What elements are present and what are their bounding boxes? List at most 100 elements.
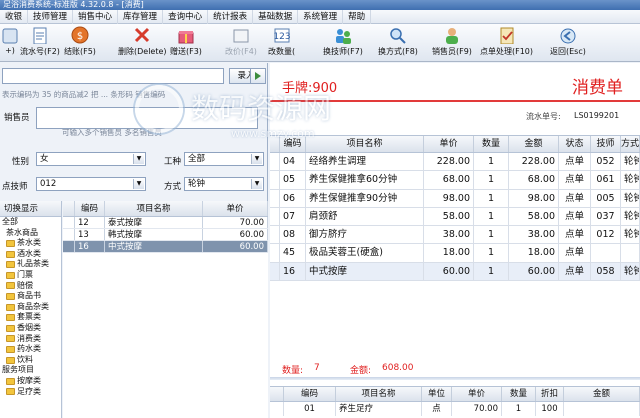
- category-item[interactable]: 药水类: [0, 344, 61, 355]
- toolbar-button[interactable]: 销售员(F9): [432, 26, 472, 60]
- folder-icon: [6, 314, 15, 322]
- splitter[interactable]: [270, 377, 640, 380]
- category-item[interactable]: 香烟类: [0, 323, 61, 334]
- toolbar-button[interactable]: 改价(F4): [225, 26, 257, 60]
- order-amount: 18.00: [509, 244, 559, 262]
- item-search-input[interactable]: [2, 68, 224, 84]
- order-row[interactable]: 08御方脐疗38.00138.00点单012轮钟: [270, 226, 640, 245]
- toolbar-button[interactable]: $ 结账(F5): [64, 26, 96, 60]
- salesman-field[interactable]: [36, 107, 258, 129]
- toolbar-button[interactable]: 流水号(F2): [20, 26, 60, 60]
- total-amount: 608.00: [382, 363, 414, 373]
- order-row[interactable]: 04经络养生调理228.001228.00点单052轮钟: [270, 153, 640, 172]
- order-amount: 58.00: [509, 207, 559, 226]
- worktype-select[interactable]: 全部 ▼: [184, 152, 264, 166]
- category-item[interactable]: 门票: [0, 270, 61, 281]
- item-row[interactable]: 16 中式按摩 60.00: [63, 241, 268, 253]
- category-item[interactable]: 全部: [0, 217, 61, 228]
- order-name: 御方脐疗: [306, 226, 424, 244]
- item-row[interactable]: 13 韩式按摩 60.00: [63, 229, 268, 241]
- col-qty[interactable]: 数量: [474, 136, 509, 152]
- item-row[interactable]: 12 泰式按摩 70.00: [63, 217, 268, 229]
- toolbar-button-label: 销售员(F9): [432, 47, 472, 56]
- salesman-hint: 可输入多个销售员 多名销售员: [62, 128, 162, 137]
- category-item[interactable]: 商品杂类: [0, 302, 61, 313]
- category-item[interactable]: 赔偿: [0, 281, 61, 292]
- folder-icon: [6, 303, 15, 311]
- toolbar-button[interactable]: 123 改数量(: [268, 26, 295, 60]
- menu-item[interactable]: 收银: [0, 9, 29, 24]
- category-label: 门票: [17, 269, 33, 279]
- menu-item[interactable]: 库存管理: [118, 9, 164, 24]
- category-item[interactable]: 套票类: [0, 312, 61, 323]
- item-price: 60.00: [203, 229, 268, 240]
- order-row[interactable]: 07肩颈舒58.00158.00点单037轮钟: [270, 207, 640, 227]
- col-mode[interactable]: 方式: [621, 136, 640, 152]
- toolbar-button[interactable]: 赠送(F3): [170, 26, 202, 60]
- category-item[interactable]: 茶水商品: [0, 228, 61, 239]
- col-amount[interactable]: 金额: [564, 387, 640, 401]
- col-unit[interactable]: 单位: [422, 387, 452, 401]
- chevron-down-icon: ▼: [251, 154, 262, 164]
- go-button[interactable]: [250, 68, 266, 84]
- category-item[interactable]: 茶水类: [0, 238, 61, 249]
- category-item[interactable]: 服务项目: [0, 365, 61, 376]
- add-icon: [0, 26, 20, 44]
- col-state[interactable]: 状态: [559, 136, 591, 152]
- col-qty[interactable]: 数量: [502, 387, 536, 401]
- category-item[interactable]: 足疗类: [0, 387, 61, 398]
- toolbar-button[interactable]: 换方式(F8): [378, 26, 418, 60]
- toolbar-button[interactable]: 返回(Esc): [550, 26, 586, 60]
- change-tech-icon: [333, 26, 353, 44]
- col-name[interactable]: 项目名称: [306, 136, 424, 152]
- tech-select[interactable]: 012 ▼: [36, 177, 146, 191]
- toolbar-button[interactable]: 换技师(F7): [323, 26, 363, 60]
- col-price[interactable]: 单价: [203, 201, 268, 216]
- menu-item[interactable]: 销售中心: [73, 9, 119, 24]
- detail-row[interactable]: 01 养生足疗点 70.00 1 100: [270, 402, 640, 416]
- arrow-right-icon: [255, 72, 261, 80]
- col-code[interactable]: 编码: [75, 201, 105, 216]
- col-code[interactable]: 编码: [284, 387, 336, 401]
- item-price: 70.00: [203, 217, 268, 228]
- col-name[interactable]: 项目名称: [336, 387, 422, 401]
- category-item[interactable]: 酒水类: [0, 249, 61, 260]
- col-discount[interactable]: 折扣: [536, 387, 564, 401]
- order-price: 98.00: [424, 189, 474, 207]
- category-item[interactable]: 按摩类: [0, 376, 61, 387]
- order-process-icon: [497, 26, 517, 44]
- col-name[interactable]: 项目名称: [105, 201, 203, 216]
- detail-qty: 1: [502, 402, 536, 416]
- detail-unit: 点: [422, 402, 452, 416]
- toolbar-button[interactable]: 删除(Delete): [118, 26, 167, 60]
- category-item[interactable]: 消费类: [0, 334, 61, 345]
- toolbar-button-label: 赠送(F3): [170, 47, 202, 56]
- col-price[interactable]: 单价: [452, 387, 502, 401]
- order-mode: 轮钟: [621, 207, 640, 226]
- mode-select[interactable]: 轮钟 ▼: [184, 177, 264, 191]
- order-row[interactable]: 05养生保健推拿60分钟68.00168.00点单061轮钟: [270, 171, 640, 190]
- col-tech[interactable]: 技师: [591, 136, 621, 152]
- menu-item[interactable]: 基础数据: [253, 9, 299, 24]
- total-qty: 7: [314, 363, 320, 373]
- order-name: 中式按摩: [306, 262, 424, 281]
- order-row[interactable]: 16中式按摩60.00160.00点单058轮钟: [270, 262, 640, 282]
- category-item[interactable]: 礼品茶类: [0, 259, 61, 270]
- order-row[interactable]: 06养生保健推拿90分钟98.00198.00点单005轮钟: [270, 189, 640, 208]
- menu-item[interactable]: 帮助: [343, 9, 372, 24]
- col-amount[interactable]: 金额: [509, 136, 559, 152]
- menu-item[interactable]: 查询中心: [163, 9, 209, 24]
- menu-item[interactable]: 技师管理: [28, 9, 74, 24]
- category-toggle-header[interactable]: 切换显示: [0, 201, 61, 217]
- toolbar-button[interactable]: +): [0, 26, 20, 60]
- category-item[interactable]: 饮料: [0, 355, 61, 366]
- col-price[interactable]: 单价: [424, 136, 474, 152]
- gender-select[interactable]: 女 ▼: [36, 152, 146, 166]
- menu-item[interactable]: 系统管理: [298, 9, 344, 24]
- order-row[interactable]: 45 极品芙蓉王(硬盒) 18.00 1 18.00 点单: [270, 244, 640, 263]
- toolbar-button[interactable]: 点单处理(F10): [480, 26, 533, 60]
- worktype-label: 工种: [164, 157, 182, 167]
- category-item[interactable]: 商品书: [0, 291, 61, 302]
- menu-item[interactable]: 统计报表: [208, 9, 254, 24]
- col-code[interactable]: 编码: [280, 136, 306, 152]
